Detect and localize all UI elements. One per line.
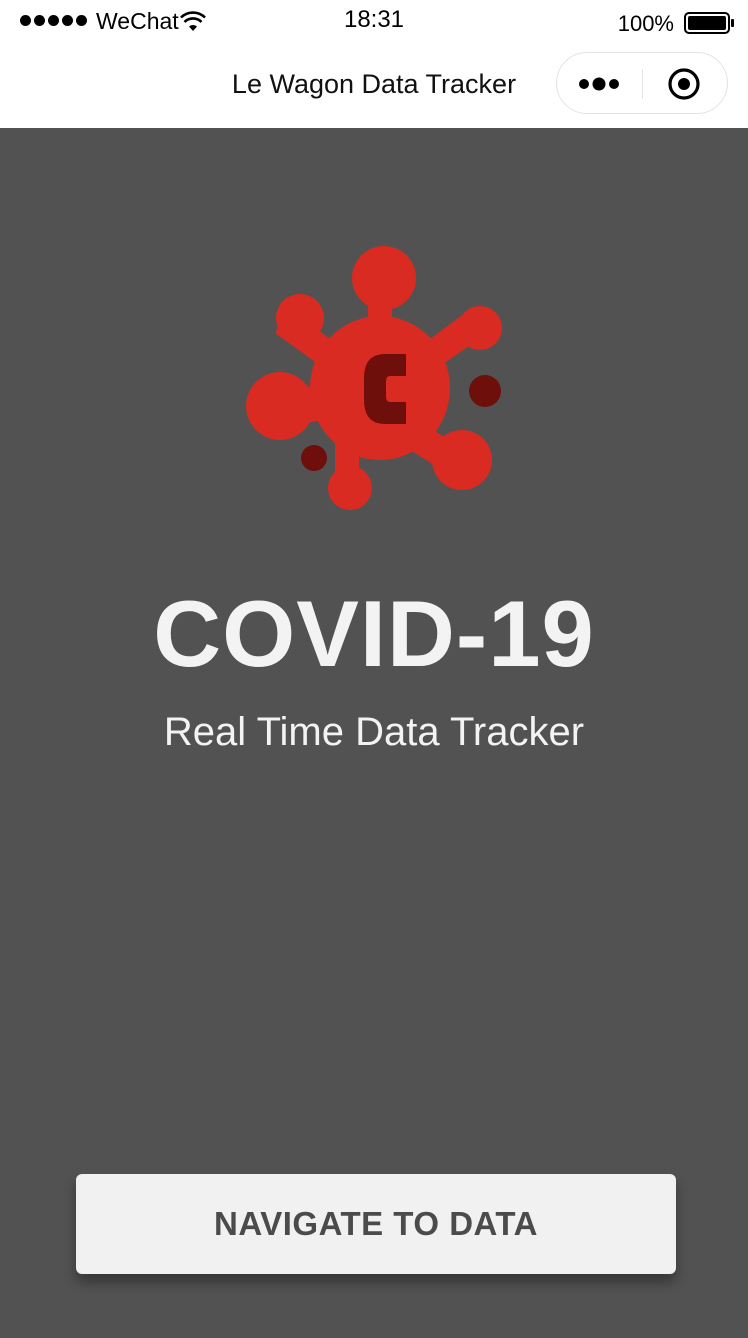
nav-bar: Le Wagon Data Tracker xyxy=(0,44,748,128)
virus-logo-icon xyxy=(246,246,502,510)
subtitle: Real Time Data Tracker xyxy=(163,710,585,754)
status-bar: WeChat 18:31 100% xyxy=(0,0,748,44)
navigate-to-data-button[interactable]: NAVIGATE TO DATA xyxy=(76,1174,676,1274)
battery-percent: 100% xyxy=(617,11,674,36)
app-screen: WeChat 18:31 100% Le Wagon Data Tracker xyxy=(0,0,748,1338)
mini-program-capsule xyxy=(556,52,728,114)
target-close-icon[interactable] xyxy=(667,67,701,101)
headline: COVID-19 xyxy=(153,581,595,686)
more-dots-icon[interactable] xyxy=(577,72,625,96)
battery-icon xyxy=(684,12,734,34)
capsule-divider xyxy=(642,69,643,99)
